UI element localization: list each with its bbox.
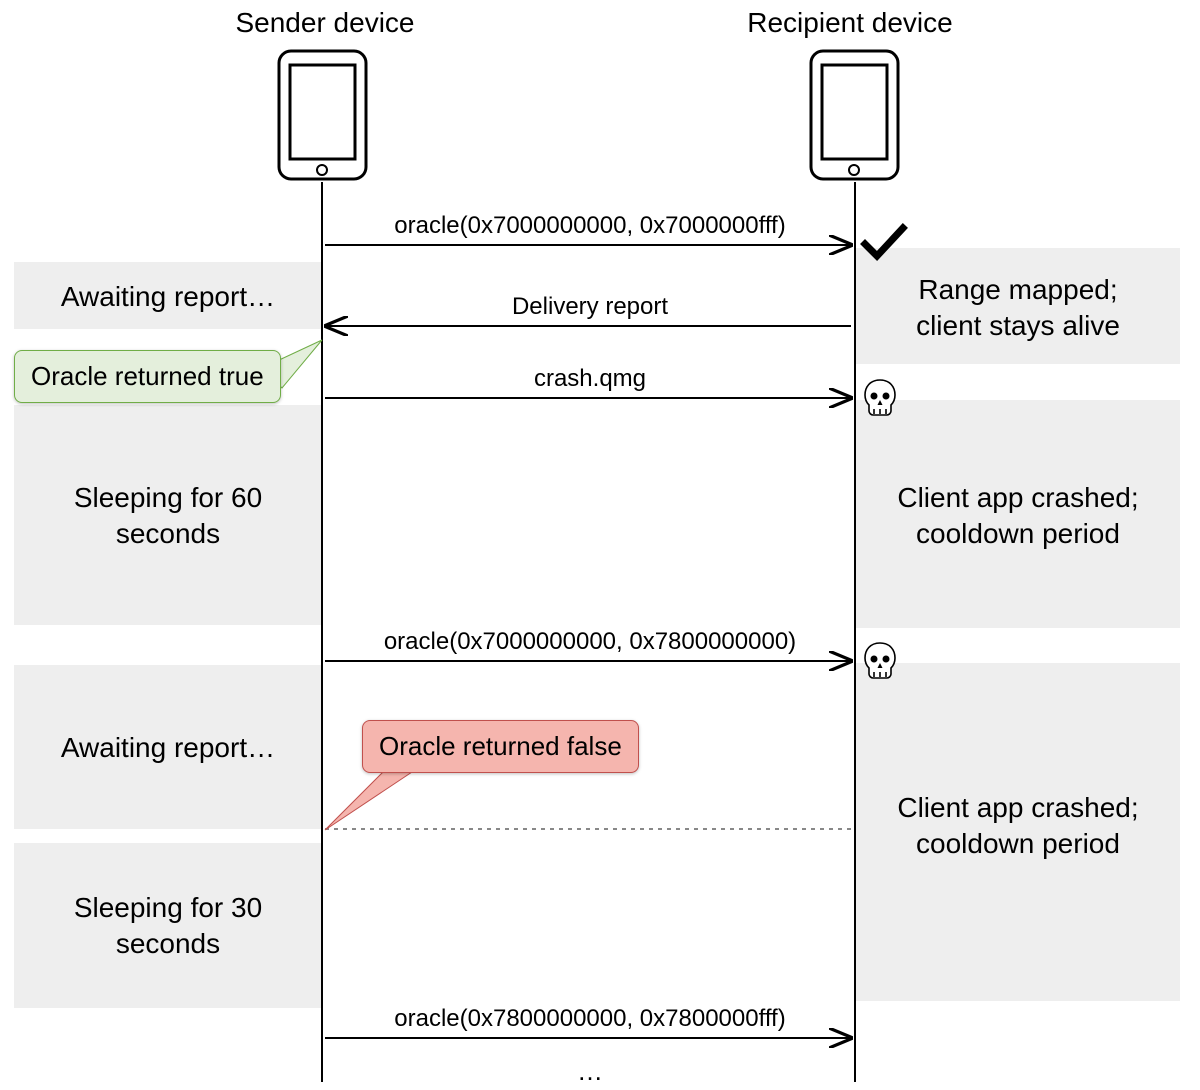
- recipient-state-mapped: Range mapped; client stays alive: [856, 272, 1180, 345]
- callout-oracle-false: Oracle returned false: [362, 720, 639, 773]
- sender-state-sleep30: Sleeping for 30 seconds: [14, 890, 322, 963]
- msg-oracle3: oracle(0x7800000000, 0x7800000fff): [330, 1005, 850, 1033]
- msg-crash-qmg: crash.qmg: [330, 365, 850, 393]
- msg-oracle1: oracle(0x7000000000, 0x7000000fff): [330, 212, 850, 240]
- checkmark-icon: [862, 222, 906, 262]
- msg-delivery-report: Delivery report: [330, 293, 850, 321]
- sender-state-await1: Awaiting report…: [14, 279, 322, 315]
- skull-icon: [862, 641, 898, 681]
- continuation-dots: …: [330, 1056, 850, 1087]
- sender-state-sleep60: Sleeping for 60 seconds: [14, 480, 322, 553]
- callout-text: Oracle returned false: [379, 731, 622, 761]
- recipient-state-crashed1: Client app crashed; cooldown period: [856, 480, 1180, 553]
- sequence-diagram: Sender device Recipient device: [0, 0, 1200, 1090]
- skull-icon: [862, 378, 898, 418]
- callout-tail-red: [320, 770, 420, 840]
- msg-oracle2: oracle(0x7000000000, 0x7800000000): [330, 628, 850, 656]
- callout-oracle-true: Oracle returned true: [14, 350, 281, 403]
- recipient-state-crashed2: Client app crashed; cooldown period: [856, 790, 1180, 863]
- callout-text: Oracle returned true: [31, 361, 264, 391]
- sender-state-await2: Awaiting report…: [14, 730, 322, 766]
